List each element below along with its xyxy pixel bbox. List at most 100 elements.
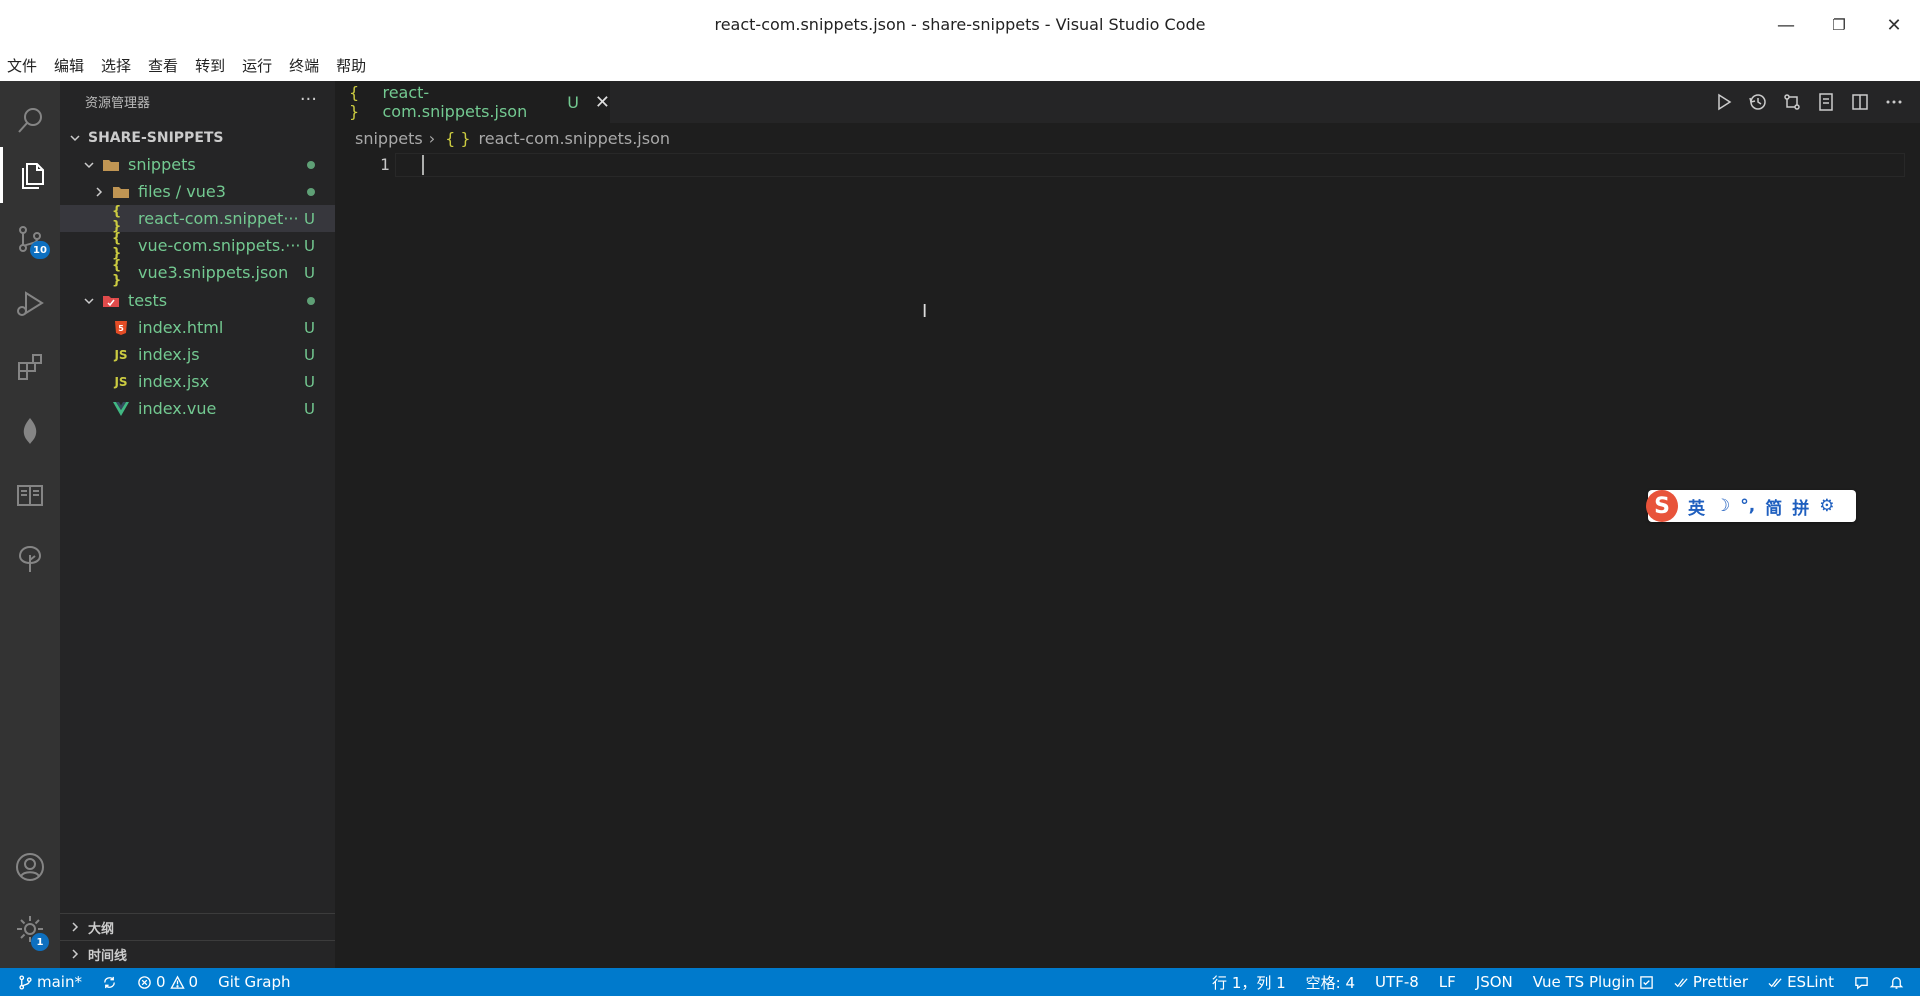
accounts-activity-button[interactable]: [0, 839, 60, 895]
history-icon[interactable]: [1748, 92, 1768, 112]
mouse-text-cursor-icon: I: [922, 301, 928, 322]
status-bar: main* 0 0 Git Graph 行 1，列 1 空格: 4 UTF-8 …: [0, 968, 1920, 996]
end-of-line[interactable]: LF: [1439, 973, 1456, 991]
menu-file[interactable]: 文件: [7, 55, 37, 76]
compare-changes-icon[interactable]: [1782, 92, 1802, 112]
restore-button[interactable]: ❐: [1821, 10, 1857, 40]
simplified-toggle[interactable]: 简: [1765, 494, 1782, 519]
tree-item-label: tests: [128, 291, 168, 310]
sogou-logo[interactable]: S: [1646, 490, 1678, 522]
tree-item-index-html[interactable]: 5 index.html U: [60, 314, 335, 341]
git-branch-icon: [19, 974, 32, 990]
source-control-activity-button[interactable]: 10: [0, 211, 60, 267]
breadcrumb-file[interactable]: react-com.snippets.json: [479, 129, 670, 148]
prettier-status[interactable]: Prettier: [1674, 973, 1748, 991]
untracked-status: U: [304, 263, 315, 282]
split-editor-icon[interactable]: [1850, 92, 1870, 112]
tree-item-index-jsx[interactable]: JS index.jsx U: [60, 368, 335, 395]
run-debug-activity-button[interactable]: [0, 275, 60, 331]
json-icon: { }: [112, 203, 122, 234]
sync-status[interactable]: [102, 975, 117, 990]
ime-toolbar: S 英 ☽ °, 简 拼 ⚙: [1646, 490, 1856, 522]
book-icon: [17, 485, 43, 506]
feedback-button[interactable]: [1854, 975, 1869, 990]
encoding[interactable]: UTF-8: [1375, 973, 1419, 991]
outline-label: 大纲: [88, 921, 115, 937]
menu-edit[interactable]: 编辑: [54, 55, 84, 76]
title-bar: react-com.snippets.json - share-snippets…: [0, 0, 1920, 50]
git-graph-button[interactable]: Git Graph: [218, 973, 290, 991]
problems-status[interactable]: 0 0: [137, 973, 198, 991]
cursor-position[interactable]: 行 1，列 1: [1212, 972, 1286, 993]
run-icon[interactable]: [1714, 92, 1734, 112]
warning-count: 0: [188, 973, 199, 991]
tree-item-index-vue[interactable]: index.vue U: [60, 395, 335, 422]
more-actions-icon[interactable]: [1884, 92, 1904, 112]
json-icon: { }: [112, 230, 122, 261]
tree-item-index-js[interactable]: JS index.js U: [60, 341, 335, 368]
json-icon: { }: [112, 257, 122, 288]
settings-badge: 1: [31, 933, 49, 951]
timeline-label: 时间线: [88, 948, 128, 964]
close-window-button[interactable]: ✕: [1876, 10, 1912, 40]
editor-tab-bar: { } react-com.snippets.json U ✕: [335, 81, 1920, 123]
run-debug-icon: [17, 291, 44, 316]
tree-item-label: index.html: [138, 318, 224, 337]
manage-activity-button[interactable]: 1: [0, 901, 60, 957]
indentation[interactable]: 空格: 4: [1306, 972, 1355, 993]
open-preview-icon[interactable]: [1816, 92, 1836, 112]
untracked-status: U: [304, 209, 315, 228]
search-icon: [18, 108, 42, 133]
prettier-label: Prettier: [1692, 973, 1749, 991]
tree-item-label: files / vue3: [138, 182, 226, 201]
tree-item-react-com[interactable]: { } react-com.snippet··· U: [60, 203, 335, 234]
extensions-activity-button[interactable]: [0, 339, 60, 395]
breadcrumb-folder[interactable]: snippets: [355, 129, 423, 148]
punctuation-toggle[interactable]: °,: [1740, 496, 1755, 516]
menu-go[interactable]: 转到: [195, 55, 225, 76]
tree-item-vue3-snippets[interactable]: { } vue3.snippets.json U: [60, 257, 335, 288]
tree-item-label: vue3.snippets.json: [138, 263, 289, 282]
tree-item-files-vue3[interactable]: files / vue3: [60, 178, 335, 205]
outline-section[interactable]: 大纲: [60, 913, 335, 940]
untracked-status: U: [304, 399, 315, 418]
tree-item-label: index.js: [138, 345, 200, 364]
minimize-button[interactable]: —: [1768, 10, 1804, 40]
bell-icon: [1889, 976, 1904, 989]
tree-item-snippets[interactable]: snippets: [60, 151, 335, 178]
gear-icon[interactable]: ⚙: [1819, 496, 1834, 516]
eslint-status[interactable]: ESLint: [1768, 973, 1834, 991]
mongodb-activity-button[interactable]: [0, 403, 60, 459]
menu-selection[interactable]: 选择: [101, 55, 131, 76]
code-editor[interactable]: 1 I: [335, 153, 1920, 968]
tree-item-tests[interactable]: tests: [60, 287, 335, 314]
ime-lang-toggle[interactable]: 英: [1688, 494, 1705, 519]
menu-run[interactable]: 运行: [242, 55, 272, 76]
more-actions-button[interactable]: ···: [300, 89, 317, 110]
timeline-section[interactable]: 时间线: [60, 940, 335, 967]
tab-react-com[interactable]: { } react-com.snippets.json U ✕: [335, 81, 610, 123]
eslint-label: ESLint: [1787, 973, 1834, 991]
language-mode[interactable]: JSON: [1476, 973, 1513, 991]
vue-ts-plugin-status[interactable]: Vue TS Plugin: [1533, 973, 1654, 991]
notifications-button[interactable]: [1889, 975, 1904, 990]
branch-status[interactable]: main*: [18, 973, 82, 991]
account-icon: [16, 853, 44, 881]
book-activity-button[interactable]: [0, 467, 60, 523]
svg-text:5: 5: [118, 324, 124, 333]
moon-icon[interactable]: ☽: [1715, 496, 1730, 516]
close-tab-icon[interactable]: ✕: [595, 92, 610, 113]
explorer-activity-button[interactable]: [0, 147, 60, 203]
folder-icon: [112, 183, 130, 201]
tree-item-vue-com[interactable]: { } vue-com.snippets.··· U: [60, 230, 335, 261]
menu-terminal[interactable]: 终端: [289, 55, 319, 76]
sidebar-header: 资源管理器 ···: [60, 81, 335, 121]
pinyin-toggle[interactable]: 拼: [1792, 494, 1809, 519]
menu-view[interactable]: 查看: [148, 55, 178, 76]
search-activity-button[interactable]: [0, 93, 60, 149]
workspace-root[interactable]: SHARE-SNIPPETS: [60, 124, 335, 151]
menu-help[interactable]: 帮助: [336, 55, 366, 76]
tree-activity-button[interactable]: [0, 531, 60, 587]
modified-dot: [307, 297, 315, 305]
modified-dot: [307, 188, 315, 196]
